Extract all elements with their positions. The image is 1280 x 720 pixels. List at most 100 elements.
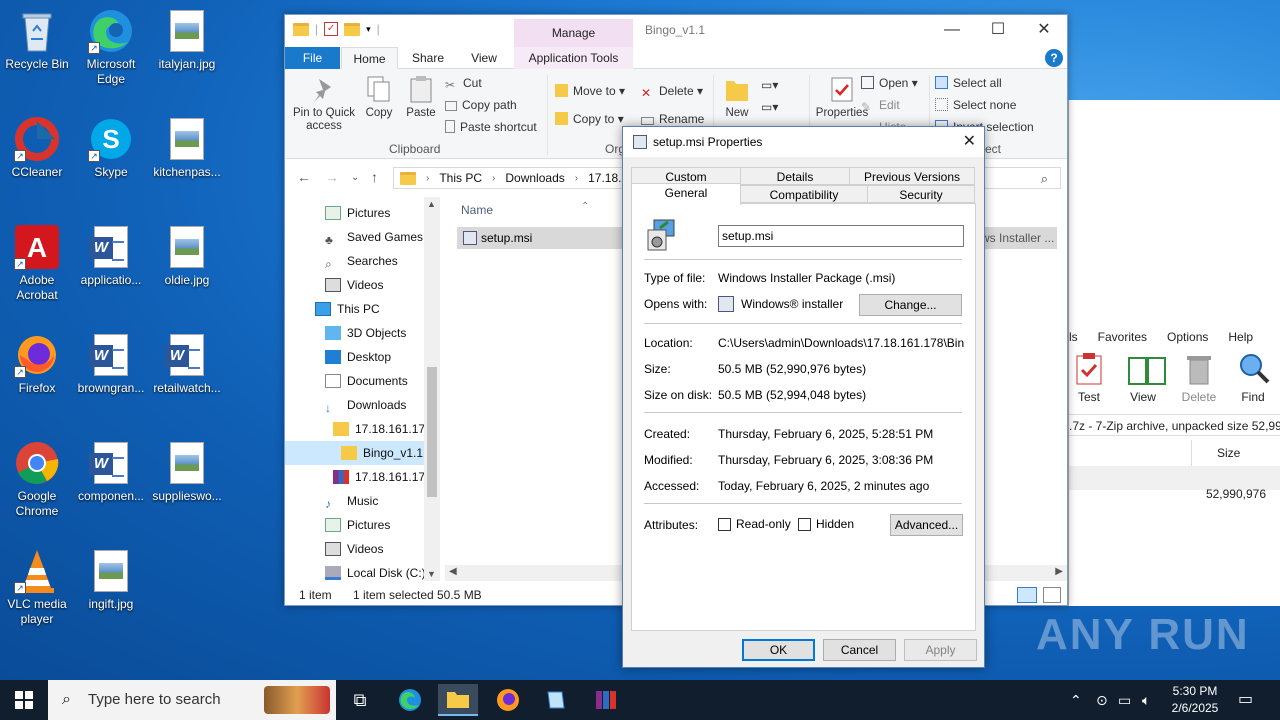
- breadcrumb-this-pc[interactable]: This PC: [439, 171, 482, 185]
- desktop-icon-vlc[interactable]: ↗ VLC media player: [0, 548, 74, 627]
- easy-access-icon[interactable]: ▭▾: [761, 99, 778, 115]
- volume-icon[interactable]: 🔈︎: [1142, 680, 1150, 720]
- nav-item-videos[interactable]: Videos: [325, 273, 383, 297]
- large-icons-view-icon[interactable]: [1043, 587, 1061, 603]
- filename-input[interactable]: [718, 225, 964, 247]
- tab-previous-versions[interactable]: Previous Versions: [849, 167, 975, 185]
- taskbar-firefox-icon[interactable]: [488, 684, 528, 716]
- nav-item-archive-17[interactable]: 17.18.161.178: [333, 465, 432, 489]
- nav-item-downloads[interactable]: ↓ Downloads: [325, 393, 406, 417]
- taskbar-search[interactable]: ⌕ Type here to search: [48, 680, 336, 720]
- delete-button[interactable]: Delete: [1175, 352, 1223, 404]
- menu-item-help[interactable]: Help: [1228, 326, 1253, 348]
- properties-check-icon[interactable]: ✓: [324, 22, 339, 36]
- recent-dropdown-icon[interactable]: ⌄: [351, 172, 359, 183]
- desktop-icon-kitchenpas[interactable]: kitchenpas...: [150, 116, 224, 180]
- nav-item-3d-objects[interactable]: 3D Objects: [325, 321, 406, 345]
- taskbar-edge-icon[interactable]: [390, 684, 430, 716]
- menu-item-options[interactable]: Options: [1167, 326, 1208, 348]
- network-security-icon[interactable]: ⊙: [1096, 680, 1108, 720]
- cancel-button[interactable]: Cancel: [823, 639, 896, 661]
- show-hidden-icons-chevron-icon[interactable]: ⌃: [1070, 680, 1082, 720]
- network-icon[interactable]: ▭: [1118, 680, 1131, 720]
- hidden-checkbox[interactable]: Hidden: [798, 517, 854, 531]
- minimize-icon[interactable]: —: [929, 15, 975, 45]
- new-folder-button[interactable]: New: [719, 75, 755, 120]
- find-button[interactable]: Find: [1229, 352, 1277, 404]
- desktop-icon-ccleaner[interactable]: ↗ CCleaner: [0, 116, 74, 180]
- desktop-icon-skype[interactable]: S ↗ Skype: [74, 116, 148, 180]
- system-clock[interactable]: 5:30 PM 2/6/2025: [1162, 683, 1228, 717]
- nav-item-this-pc[interactable]: This PC: [315, 297, 380, 321]
- maximize-icon[interactable]: ☐: [975, 15, 1021, 45]
- forward-arrow-icon[interactable]: →: [325, 169, 339, 185]
- nav-item-searches[interactable]: ⌕ Searches: [325, 249, 398, 273]
- menu-item[interactable]: ls: [1069, 326, 1078, 348]
- scroll-up-icon[interactable]: ▲: [427, 199, 436, 209]
- copy-to-button[interactable]: Copy to ▾: [555, 111, 624, 127]
- breadcrumb-downloads[interactable]: Downloads: [505, 171, 564, 185]
- scrollbar-thumb[interactable]: [427, 367, 437, 497]
- qat-dropdown-icon[interactable]: ▾: [366, 24, 371, 35]
- tab-view[interactable]: View: [459, 47, 509, 69]
- read-only-checkbox[interactable]: Read-only: [718, 517, 791, 531]
- new-item-icon[interactable]: ▭▾: [761, 77, 778, 93]
- properties-dialog[interactable]: setup.msi Properties ✕ Custom Details Pr…: [622, 126, 985, 668]
- desktop-icon-firefox[interactable]: ↗ Firefox: [0, 332, 74, 396]
- taskbar-notepad-icon[interactable]: [536, 684, 576, 716]
- taskbar-winrar-icon[interactable]: [586, 684, 626, 716]
- desktop-icon-supplieswo[interactable]: supplieswo...: [150, 440, 224, 504]
- copy-path-button[interactable]: Copy path: [445, 97, 517, 113]
- desktop-icon-google-chrome[interactable]: Google Chrome: [0, 440, 74, 519]
- desktop-icon-applicatio[interactable]: W applicatio...: [74, 224, 148, 288]
- details-view-icon[interactable]: [1017, 587, 1037, 603]
- desktop-icon-recycle-bin[interactable]: Recycle Bin: [0, 8, 74, 72]
- nav-item-pictures-2[interactable]: Pictures: [325, 513, 390, 537]
- nav-item-folder-17[interactable]: 17.18.161.178: [333, 417, 432, 441]
- tab-share[interactable]: Share: [403, 47, 453, 69]
- up-arrow-icon[interactable]: ↑: [371, 169, 378, 185]
- copy-button[interactable]: Copy: [361, 75, 397, 120]
- view-button[interactable]: View: [1119, 352, 1167, 404]
- desktop-icon-componen[interactable]: W componen...: [74, 440, 148, 504]
- move-to-button[interactable]: Move to ▾: [555, 83, 625, 99]
- start-button[interactable]: [0, 680, 48, 720]
- desktop-icon-retailwatch[interactable]: W retailwatch...: [150, 332, 224, 396]
- select-none-button[interactable]: Select none: [935, 97, 1016, 113]
- manage-contextual-tab[interactable]: Manage: [514, 19, 633, 47]
- tab-details[interactable]: Details: [740, 167, 850, 185]
- scroll-left-icon[interactable]: ◀: [449, 566, 457, 577]
- background-archive-window[interactable]: ls Favorites Options Help Test View Dele…: [1068, 100, 1280, 606]
- nav-item-music[interactable]: ♪ Music: [325, 489, 378, 513]
- advanced-button[interactable]: Advanced...: [890, 514, 963, 536]
- desktop-icon-italyjan[interactable]: italyjan.jpg: [150, 8, 224, 72]
- select-all-button[interactable]: Select all: [935, 75, 1002, 91]
- tab-compatibility[interactable]: Compatibility: [740, 185, 868, 203]
- nav-item-bingo[interactable]: Bingo_v1.1: [285, 441, 425, 465]
- nav-item-videos-2[interactable]: Videos: [325, 537, 383, 561]
- paste-shortcut-button[interactable]: Paste shortcut: [445, 119, 537, 135]
- nav-item-desktop[interactable]: Desktop: [325, 345, 391, 369]
- ok-button[interactable]: OK: [742, 639, 815, 661]
- pin-to-quick-access-button[interactable]: Pin to Quick access: [289, 75, 359, 133]
- tab-security[interactable]: Security: [867, 185, 975, 203]
- tab-file[interactable]: File: [285, 47, 340, 69]
- nav-scrollbar[interactable]: ▲ ▼: [424, 197, 440, 581]
- tab-general[interactable]: General: [631, 183, 741, 205]
- search-icon[interactable]: ⌕: [1041, 171, 1048, 187]
- test-button[interactable]: Test: [1069, 352, 1113, 404]
- close-icon[interactable]: ✕: [1021, 15, 1067, 45]
- close-icon[interactable]: ✕: [963, 127, 976, 157]
- tab-home[interactable]: Home: [341, 47, 398, 69]
- scroll-right-icon[interactable]: ▶: [1055, 566, 1063, 577]
- nav-item-pictures[interactable]: Pictures: [325, 201, 390, 225]
- notifications-icon[interactable]: ▭: [1238, 680, 1253, 720]
- delete-button[interactable]: ✕ Delete ▾: [641, 83, 703, 100]
- new-folder-icon[interactable]: [344, 22, 361, 36]
- help-icon[interactable]: ?: [1045, 49, 1063, 67]
- tab-application-tools[interactable]: Application Tools: [514, 47, 633, 69]
- cut-button[interactable]: ✂ Cut: [445, 75, 482, 92]
- nav-item-local-disk[interactable]: Local Disk (C:): [325, 561, 426, 581]
- scroll-down-icon[interactable]: ▼: [427, 569, 436, 579]
- paste-button[interactable]: Paste: [403, 75, 439, 120]
